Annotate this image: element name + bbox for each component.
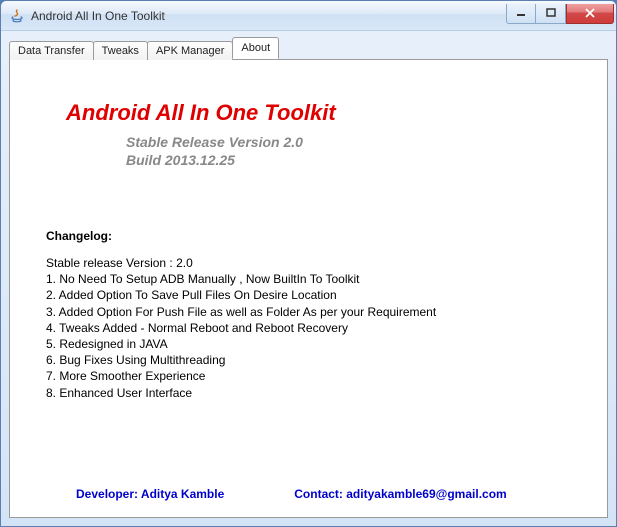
minimize-button[interactable] <box>506 4 536 24</box>
content-area: Data Transfer Tweaks APK Manager About A… <box>1 31 616 526</box>
tab-tweaks[interactable]: Tweaks <box>93 41 148 60</box>
app-title: Android All In One Toolkit <box>66 100 571 126</box>
titlebar[interactable]: Android All In One Toolkit <box>1 1 616 31</box>
about-panel: Android All In One Toolkit Stable Releas… <box>9 59 608 518</box>
changelog-heading: Changelog: <box>46 229 571 243</box>
app-window: Android All In One Toolkit Data Transfer… <box>0 0 617 527</box>
tab-about[interactable]: About <box>232 37 279 59</box>
footer-row: Developer: Aditya Kamble Contact: aditya… <box>46 487 571 507</box>
build-line: Build 2013.12.25 <box>126 152 571 170</box>
java-icon <box>9 8 25 24</box>
contact-label: Contact: adityakamble69@gmail.com <box>294 487 506 501</box>
tab-apk-manager[interactable]: APK Manager <box>147 41 233 60</box>
developer-label: Developer: Aditya Kamble <box>76 487 224 501</box>
version-line: Stable Release Version 2.0 <box>126 134 571 152</box>
window-controls <box>506 4 614 24</box>
close-button[interactable] <box>566 4 614 24</box>
window-title: Android All In One Toolkit <box>31 9 506 23</box>
tab-data-transfer[interactable]: Data Transfer <box>9 41 94 60</box>
changelog-body: Stable release Version : 2.0 1. No Need … <box>46 255 571 401</box>
version-block: Stable Release Version 2.0 Build 2013.12… <box>126 134 571 169</box>
tab-strip: Data Transfer Tweaks APK Manager About <box>9 37 608 59</box>
maximize-button[interactable] <box>536 4 566 24</box>
